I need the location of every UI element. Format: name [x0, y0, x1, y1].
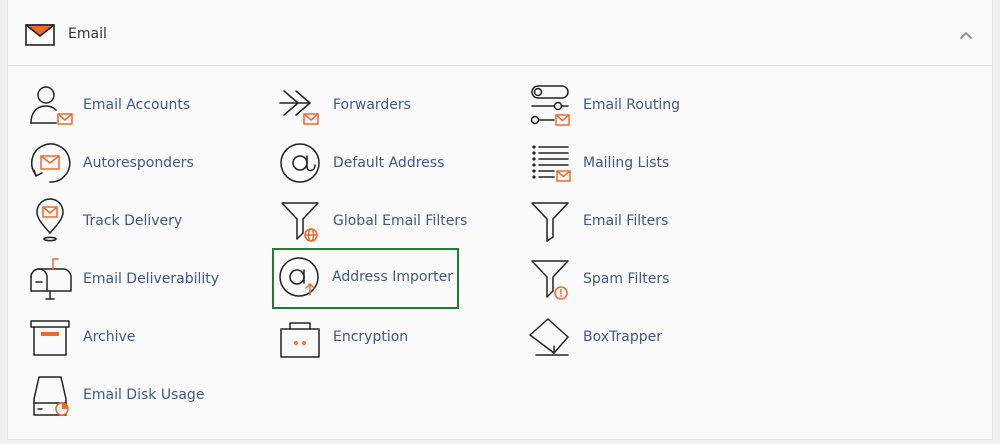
tool-label: Email Routing	[583, 97, 680, 113]
tool-label: Spam Filters	[583, 271, 670, 287]
mailing-lists-icon	[532, 145, 571, 182]
tool-archive[interactable]: Archive	[23, 308, 253, 366]
default-address-icon	[280, 143, 320, 183]
tool-forwarders[interactable]: Forwarders	[273, 76, 503, 134]
tool-email-filters[interactable]: Email Filters	[523, 192, 753, 250]
tool-email-routing[interactable]: Email Routing	[523, 76, 753, 134]
tool-address-importer[interactable]: Address Importer	[272, 248, 459, 309]
tool-encryption[interactable]: Encryption	[273, 308, 503, 366]
email-disk-usage-icon	[33, 376, 69, 416]
address-importer-icon	[279, 257, 319, 297]
boxtrapper-icon	[529, 318, 569, 356]
tool-label: BoxTrapper	[583, 329, 662, 345]
tool-label: Autoresponders	[83, 155, 194, 171]
email-section-panel: Email Email Accounts Forwarders Email Ro…	[7, 0, 993, 440]
tool-mailing-lists[interactable]: Mailing Lists	[523, 134, 753, 192]
tool-spam-filters[interactable]: Spam Filters	[523, 250, 753, 308]
email-routing-icon	[530, 85, 570, 126]
envelope-icon	[25, 24, 55, 46]
tool-autoresponders[interactable]: Autoresponders	[23, 134, 253, 192]
tool-label: Archive	[83, 329, 136, 345]
encryption-icon	[280, 322, 320, 358]
tool-label: Email Deliverability	[83, 271, 220, 287]
tool-label: Email Disk Usage	[83, 387, 205, 403]
tool-label: Address Importer	[332, 269, 454, 285]
email-accounts-icon	[30, 86, 73, 125]
email-deliverability-icon	[30, 258, 72, 300]
tool-email-disk-usage[interactable]: Email Disk Usage	[23, 366, 253, 424]
spam-filters-icon	[531, 260, 569, 300]
tool-label: Global Email Filters	[333, 213, 468, 229]
chevron-up-icon[interactable]	[958, 27, 974, 43]
section-title: Email	[68, 26, 107, 42]
tool-global-email-filters[interactable]: Global Email Filters	[273, 192, 503, 250]
tool-email-accounts[interactable]: Email Accounts	[23, 76, 253, 134]
tool-label: Email Accounts	[83, 97, 191, 113]
tool-label: Email Filters	[583, 213, 669, 229]
global-email-filters-icon	[281, 202, 319, 242]
autoresponders-icon	[31, 143, 71, 183]
forwarders-icon	[279, 90, 319, 125]
tool-label: Encryption	[333, 329, 409, 345]
tool-default-address[interactable]: Default Address	[273, 134, 503, 192]
email-filters-icon	[531, 202, 569, 242]
tool-label: Mailing Lists	[583, 155, 670, 171]
tool-track-delivery[interactable]: Track Delivery	[23, 192, 253, 250]
tool-label: Forwarders	[333, 97, 411, 113]
email-section-header[interactable]: Email	[8, 0, 992, 66]
tool-email-deliverability[interactable]: Email Deliverability	[23, 250, 253, 308]
track-delivery-icon	[36, 198, 64, 242]
tool-label: Default Address	[333, 155, 445, 171]
archive-icon	[30, 320, 70, 356]
tool-label: Track Delivery	[83, 213, 183, 229]
tool-boxtrapper[interactable]: BoxTrapper	[523, 308, 753, 366]
